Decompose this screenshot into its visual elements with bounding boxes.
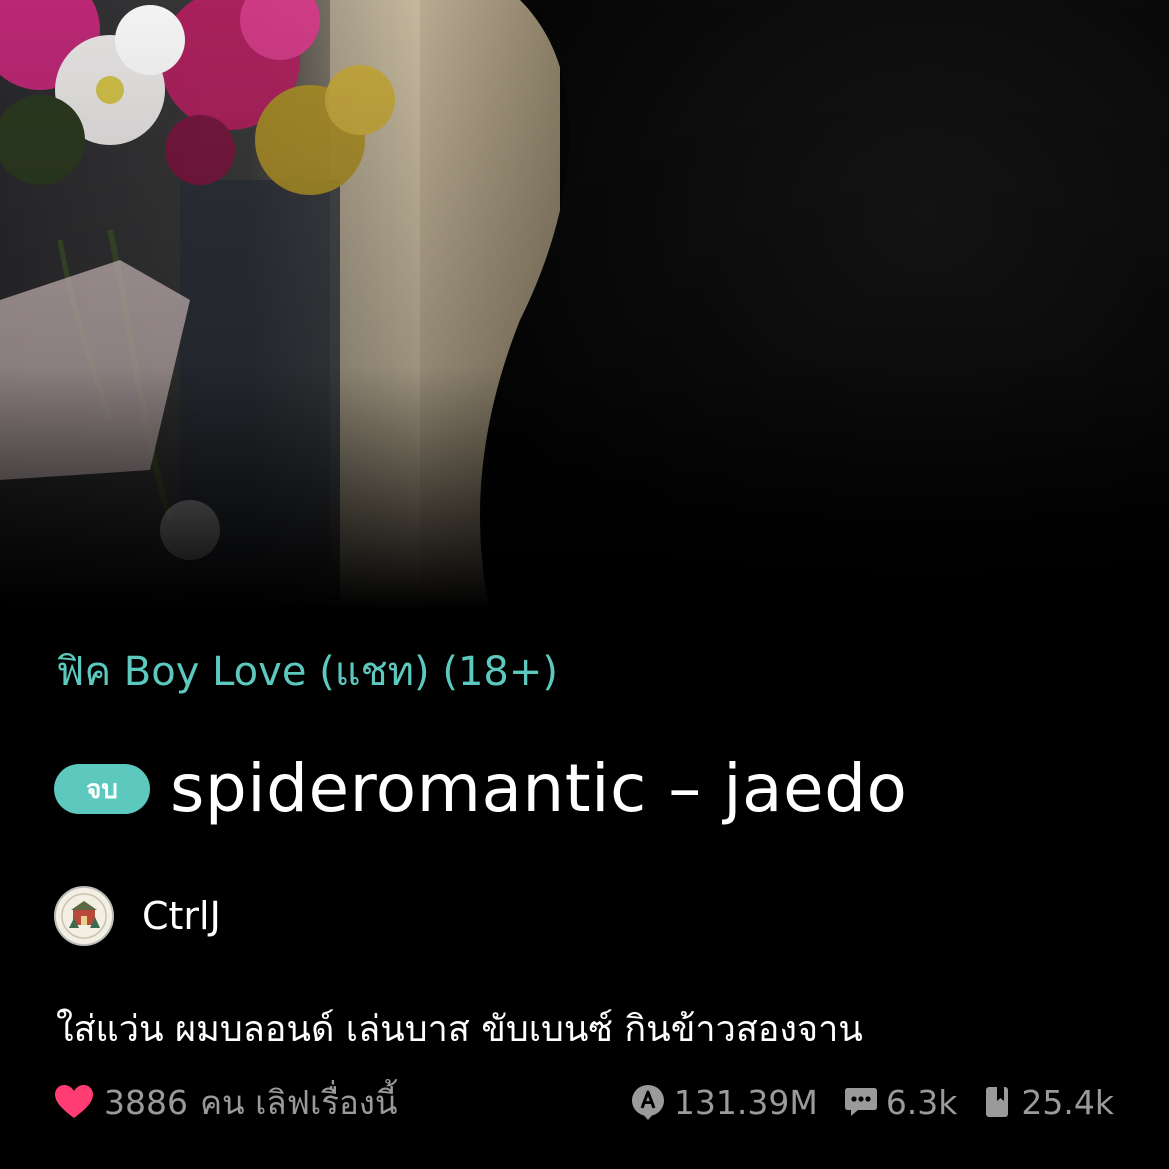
stats-bar: 3886 คน เลิฟเรื่องนี้ 131.39M 6.3k 25.4k [54,1078,1114,1126]
love-text: คน เลิฟเรื่องนี้ [199,1082,398,1122]
heart-icon[interactable] [54,1084,94,1120]
view-count: 131.39M [630,1083,818,1122]
author-row[interactable]: CtrlJ [54,884,221,948]
bookmark-icon [983,1085,1013,1119]
comment-count: 6.3k [844,1082,958,1122]
view-count-icon [630,1083,666,1121]
avatar[interactable] [54,886,114,946]
comment-count-value: 6.3k [885,1082,958,1122]
category-link[interactable]: ฟิค Boy Love (แชท) (18+) [56,644,558,700]
synopsis: ใส่แว่น ผมบลอนด์ เล่นบาส ขับเบนซ์ กินข้า… [56,1009,863,1050]
title-row: จบ spideromantic – jaedo [54,744,907,834]
author-name[interactable]: CtrlJ [142,894,221,938]
bookmark-count-value: 25.4k [1021,1082,1114,1122]
comment-icon [844,1086,878,1118]
story-info: ฟิค Boy Love (แชท) (18+) จบ spideromanti… [0,0,1169,1169]
story-title: spideromantic – jaedo [170,750,908,827]
view-count-value: 131.39M [673,1082,818,1122]
status-badge: จบ [54,764,150,814]
bookmark-count: 25.4k [983,1083,1114,1122]
love-count: 3886 [104,1082,188,1122]
